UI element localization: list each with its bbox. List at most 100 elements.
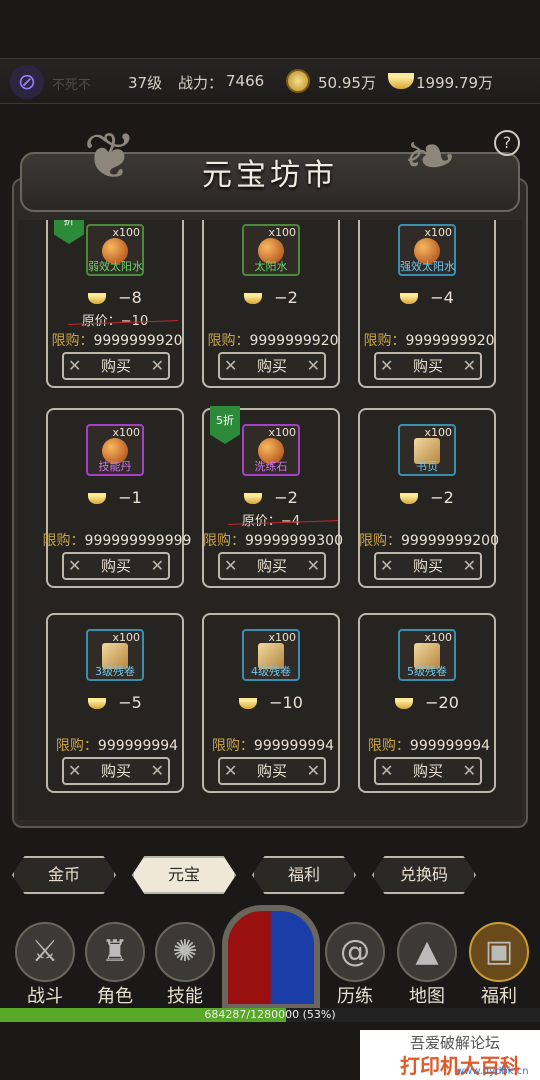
portal-gate-icon[interactable] — [222, 905, 320, 1010]
item-price: −5 — [48, 693, 182, 712]
item-slot[interactable]: x100 技能丹 — [86, 424, 144, 476]
price-value: −20 — [425, 693, 459, 712]
yuanbao-icon — [244, 493, 263, 504]
item-price: −20 — [360, 693, 494, 712]
power-label: 战力： — [178, 74, 224, 92]
item-slot[interactable]: x100 3级残卷 — [86, 629, 144, 681]
buy-button[interactable]: 购买 — [62, 552, 170, 580]
item-name: 技能丹 — [98, 460, 132, 473]
nav-label: 战斗 — [27, 986, 63, 1007]
item-name: 强效太阳水 — [400, 260, 455, 273]
item-slot[interactable]: x100 4级残卷 — [242, 629, 300, 681]
item-quantity: x100 — [268, 426, 296, 439]
purchase-limit: 限购：999999999999 — [40, 530, 194, 550]
gold-coin-icon — [286, 69, 310, 93]
limit-value: 9999999920 — [405, 333, 495, 349]
item-slot[interactable]: x100 弱效太阳水 — [86, 224, 144, 276]
avatar-icon[interactable]: ⊘ — [10, 65, 44, 99]
shop-item-card: x100 太阳水 −2 限购：9999999920 购买 — [202, 220, 340, 388]
nav-welfare[interactable]: ▣ 福利 — [464, 922, 534, 1012]
shop-item-card: x1005级残卷 −20 限购：999999994 购买 — [358, 613, 496, 793]
shop-title: 元宝坊市 — [202, 158, 338, 193]
nav-skills[interactable]: ✺ 技能 — [150, 922, 220, 1012]
shop-item-card: x100书页 −2 限购：99999999200 购买 — [358, 408, 499, 588]
limit-label: 限购： — [359, 533, 401, 549]
tab-redeem-code[interactable]: 兑换码 — [372, 856, 476, 894]
purchase-limit: 限购：999999994 — [196, 735, 350, 755]
limit-label: 限购： — [203, 533, 245, 549]
nav-map[interactable]: ▲ 地图 — [392, 922, 462, 1012]
yuanbao-icon — [400, 293, 419, 304]
buy-button[interactable]: 购买 — [218, 352, 326, 380]
price-value: −5 — [118, 693, 142, 712]
yuanbao-icon — [88, 698, 107, 709]
purchase-limit: 限购：9999999920 — [352, 330, 506, 350]
tab-yuanbao[interactable]: 元宝 — [132, 856, 236, 894]
player-name: 不死不 — [52, 78, 92, 93]
power-value: 7466 — [226, 72, 265, 90]
limit-value: 99999999300 — [245, 533, 343, 549]
yuanbao-icon — [395, 698, 414, 709]
price-value: −4 — [430, 288, 454, 307]
buy-button[interactable]: 购买 — [374, 352, 482, 380]
limit-value: 999999999999 — [84, 533, 192, 549]
tab-gold[interactable]: 金币 — [12, 856, 116, 894]
buy-button[interactable]: 购买 — [62, 757, 170, 785]
gold-amount: 50.95万 — [318, 74, 376, 92]
purchase-limit: 限购：999999994 — [352, 735, 506, 755]
flame-icon: ✺ — [155, 922, 215, 982]
nav-label: 历练 — [337, 986, 373, 1007]
buy-button[interactable]: 购买 — [218, 552, 326, 580]
item-quantity: x100 — [424, 226, 452, 239]
shop-item-card: x1003级残卷 −5 限购：999999994 购买 — [46, 613, 184, 793]
spiral-icon: @ — [325, 922, 385, 982]
limit-value: 999999994 — [409, 738, 491, 754]
status-bar: ⊘ 不死不 37级 战力： 7466 50.95万 1999.79万 — [0, 58, 540, 104]
yuanbao-icon — [88, 493, 107, 504]
item-slot[interactable]: x100 洗练石 — [242, 424, 300, 476]
limit-value: 999999994 — [253, 738, 335, 754]
item-price: −4 — [360, 288, 494, 307]
nav-label: 技能 — [167, 986, 203, 1007]
purchase-limit: 限购：999999994 — [40, 735, 194, 755]
limit-label: 限购： — [211, 738, 254, 754]
limit-label: 限购： — [367, 738, 410, 754]
nav-label: 地图 — [409, 986, 445, 1007]
item-name: 4级残卷 — [251, 665, 291, 678]
item-slot[interactable]: x100 太阳水 — [242, 224, 300, 276]
yuanbao-icon — [388, 73, 414, 89]
item-price: −2 — [204, 488, 338, 507]
buy-button[interactable]: 购买 — [218, 757, 326, 785]
item-grid[interactable]: x100弱效太阳水折−8原价：−10限购：9999999920购买x100太阳水… — [18, 220, 522, 820]
nav-label: 福利 — [481, 986, 517, 1007]
item-quantity: x100 — [112, 426, 140, 439]
nav-training[interactable]: @ 历练 — [320, 922, 390, 1012]
price-value: −2 — [430, 488, 454, 507]
nav-character[interactable]: ♜ 角色 — [80, 922, 150, 1012]
nav-battle[interactable]: ⚔ 战斗 — [10, 922, 80, 1012]
limit-value: 999999994 — [97, 738, 179, 754]
item-name: 3级残卷 — [95, 665, 135, 678]
limit-label: 限购： — [42, 533, 85, 549]
help-button[interactable]: ? — [494, 130, 520, 156]
item-slot[interactable]: x100 书页 — [398, 424, 456, 476]
buy-button[interactable]: 购买 — [62, 352, 170, 380]
xp-bar: 684287/1280000 (53%) — [0, 1008, 540, 1022]
shop-item-card: x100 弱效太阳水 折 −8 原价：−10 限购：9999999920 购买 — [46, 220, 184, 388]
purchase-limit: 限购：9999999920 — [196, 330, 350, 350]
buy-button[interactable]: 购买 — [374, 552, 482, 580]
item-price: −2 — [360, 488, 494, 507]
item-slot[interactable]: x100 5级残卷 — [398, 629, 456, 681]
item-quantity: x100 — [268, 226, 296, 239]
item-slot[interactable]: x100 强效太阳水 — [398, 224, 456, 276]
shop-item-card: x100 强效太阳水 −4 限购：9999999920 购买 — [358, 220, 496, 388]
limit-label: 限购： — [51, 333, 94, 349]
helmet-icon: ♜ — [85, 922, 145, 982]
limit-value: 99999999200 — [401, 533, 499, 549]
tab-welfare[interactable]: 福利 — [252, 856, 356, 894]
watermark-line3: www.dydbk.cn — [456, 1066, 529, 1077]
shop-item-card: x100 洗练石 5折 −2 原价：−4 限购：99999999300 购买 — [202, 406, 343, 588]
yuanbao-amount: 1999.79万 — [416, 74, 494, 92]
buy-button[interactable]: 购买 — [374, 757, 482, 785]
item-name: 洗练石 — [254, 460, 288, 473]
